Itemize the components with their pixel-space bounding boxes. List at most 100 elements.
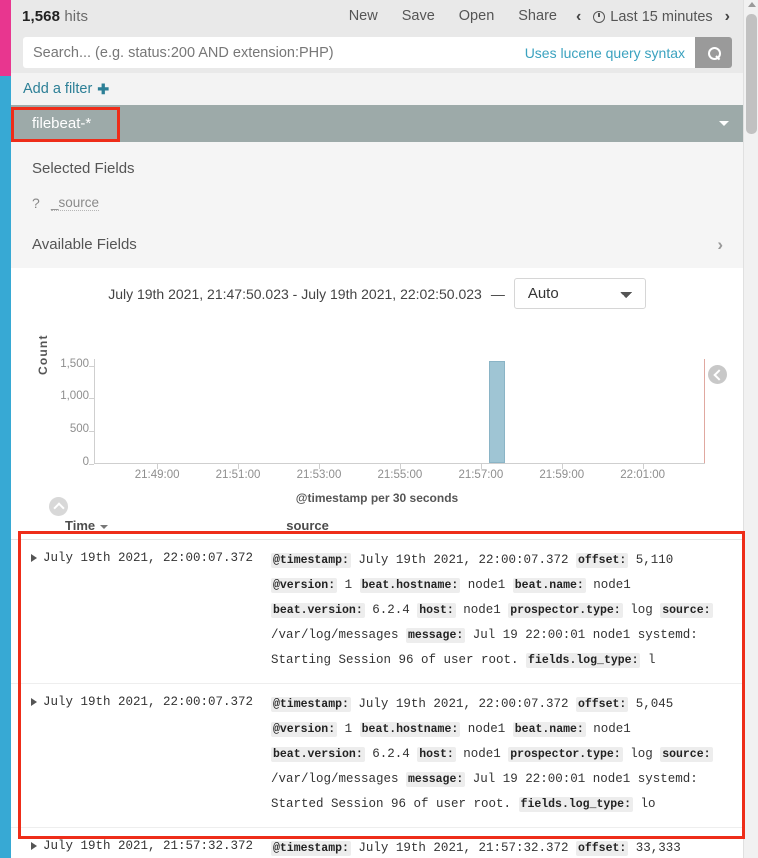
search-input[interactable] — [23, 44, 515, 61]
column-header-time[interactable]: Time — [11, 518, 279, 533]
field-value: 6.2.4 — [364, 747, 418, 761]
field-item-source[interactable]: ? _source — [32, 195, 743, 211]
top-toolbar: 1,568 hits New Save Open Share ‹ Last 15… — [11, 0, 743, 33]
field-key: fields.log_type: — [526, 653, 641, 668]
add-filter-button[interactable]: Add a filter ✚ — [23, 81, 109, 98]
lucene-syntax-link[interactable]: Uses lucene query syntax — [515, 45, 695, 61]
top-nav: New Save Open Share ‹ Last 15 minutes › — [337, 0, 737, 33]
chevron-down-icon[interactable] — [719, 121, 729, 126]
search-submit-button[interactable] — [695, 37, 732, 68]
table-row[interactable]: July 19th 2021, 22:00:07.372 @timestamp: … — [11, 540, 743, 684]
unknown-field-type-icon: ? — [32, 195, 40, 211]
expand-row-cell[interactable] — [11, 548, 43, 673]
field-value: l — [640, 653, 656, 667]
interval-select[interactable]: AutoMillisecondSecondMinuteHourlyDailyWe… — [513, 278, 646, 309]
field-value: /var/log/messages — [271, 772, 407, 786]
previous-time-window-icon[interactable]: ‹ — [569, 0, 588, 33]
scroll-up-icon[interactable] — [748, 2, 756, 7]
chart-time-range-label: July 19th 2021, 21:47:50.023 - July 19th… — [108, 285, 482, 302]
available-fields-title: Available Fields — [32, 236, 137, 253]
scrollbar-thumb[interactable] — [746, 14, 757, 134]
x-tick-label: 21:59:00 — [539, 469, 585, 481]
field-key: beat.name: — [512, 722, 586, 737]
new-button[interactable]: New — [337, 0, 390, 33]
search-box: Uses lucene query syntax — [23, 37, 732, 68]
x-axis-label: @timestamp per 30 seconds — [295, 491, 459, 505]
x-tick-label: 21:53:00 — [296, 469, 342, 481]
field-key: @timestamp: — [271, 697, 351, 712]
field-value: 1 — [337, 722, 360, 736]
y-tick-label: 500 — [69, 423, 89, 436]
chart-right-handle-icon[interactable] — [708, 365, 727, 384]
x-tick-mark — [157, 464, 159, 469]
chart-range-dash: — — [490, 285, 505, 302]
chart-header: July 19th 2021, 21:47:50.023 - July 19th… — [11, 268, 743, 309]
field-key: host: — [417, 603, 456, 618]
page-scrollbar[interactable] — [743, 0, 758, 858]
x-tick-label: 21:51:00 — [215, 469, 261, 481]
time-range-label: Last 15 minutes — [610, 8, 713, 25]
cell-time: July 19th 2021, 22:00:07.372 — [43, 551, 254, 565]
field-key: host: — [417, 747, 456, 762]
histogram-bar[interactable] — [488, 360, 506, 463]
field-value: 6.2.4 — [364, 603, 418, 617]
index-pattern-selector[interactable]: filebeat-* — [11, 105, 743, 142]
field-key: prospector.type: — [508, 603, 623, 618]
chevron-right-icon[interactable]: › — [717, 236, 723, 253]
field-value: lo — [632, 797, 656, 811]
table-row[interactable]: July 19th 2021, 22:00:07.372 @timestamp: … — [11, 684, 743, 828]
kibana-discover-page: 1,568 hits New Save Open Share ‹ Last 15… — [0, 0, 758, 858]
field-value: node1 — [455, 747, 509, 761]
cell-source: @timestamp: July 19th 2021, 22:00:07.372… — [271, 548, 743, 673]
next-time-window-icon[interactable]: › — [718, 0, 737, 33]
time-picker-button[interactable]: Last 15 minutes — [588, 9, 717, 25]
histogram-panel: July 19th 2021, 21:47:50.023 - July 19th… — [11, 268, 743, 518]
expand-row-cell[interactable] — [11, 836, 43, 858]
cell-time: July 19th 2021, 22:00:07.372 — [43, 695, 254, 709]
clock-icon — [593, 10, 606, 23]
expand-row-cell[interactable] — [11, 692, 43, 817]
x-tick-mark — [480, 464, 482, 469]
field-value: 5,110 — [628, 553, 674, 567]
available-fields-header[interactable]: Available Fields › — [32, 236, 743, 253]
field-value: node1 — [460, 578, 513, 592]
field-name-source: _source — [51, 195, 100, 211]
field-value: node1 — [460, 722, 513, 736]
field-value: 1 — [337, 578, 360, 592]
selected-fields-title: Selected Fields — [32, 160, 135, 177]
field-value: node1 — [455, 603, 509, 617]
x-tick-label: 21:49:00 — [134, 469, 180, 481]
y-axis-ticks: 0 500 1,000 1,500 — [49, 319, 89, 468]
expand-row-icon[interactable] — [31, 554, 37, 562]
field-key: prospector.type: — [508, 747, 623, 762]
plus-icon: ✚ — [97, 80, 110, 97]
x-tick-label: 21:57:00 — [458, 469, 504, 481]
index-pattern-name: filebeat-* — [32, 115, 92, 132]
field-key: @timestamp: — [271, 841, 351, 856]
x-tick-mark — [561, 464, 563, 469]
expand-row-icon[interactable] — [31, 698, 37, 706]
field-key: source: — [660, 747, 713, 762]
table-row[interactable]: July 19th 2021, 21:57:32.372 @timestamp: … — [11, 828, 743, 858]
field-key: fields.log_type: — [518, 797, 633, 812]
open-button[interactable]: Open — [447, 0, 506, 33]
y-tick-mark — [89, 365, 94, 367]
field-value: July 19th 2021, 21:57:32.372 — [350, 841, 576, 855]
field-key: offset: — [575, 697, 629, 712]
y-tick-label: 1,500 — [60, 357, 89, 370]
field-value: node1 — [585, 578, 631, 592]
save-button[interactable]: Save — [390, 0, 447, 33]
cell-time: July 19th 2021, 21:57:32.372 — [43, 839, 254, 853]
collapse-chart-icon[interactable] — [49, 497, 68, 516]
x-axis-ticks: 21:49:00 21:51:00 21:53:00 21:55:00 21:57:00… — [94, 464, 705, 485]
share-button[interactable]: Share — [506, 0, 569, 33]
now-marker-line — [704, 359, 705, 463]
expand-row-icon[interactable] — [31, 842, 37, 850]
x-tick-label: 22:01:00 — [620, 469, 666, 481]
field-value: 33,333 — [628, 841, 681, 855]
sort-descending-icon[interactable] — [100, 525, 109, 529]
hit-count: 1,568 hits — [22, 8, 88, 25]
y-tick-mark — [89, 431, 94, 433]
y-tick-label: 1,000 — [60, 390, 89, 403]
y-tick-label: 0 — [82, 456, 89, 468]
